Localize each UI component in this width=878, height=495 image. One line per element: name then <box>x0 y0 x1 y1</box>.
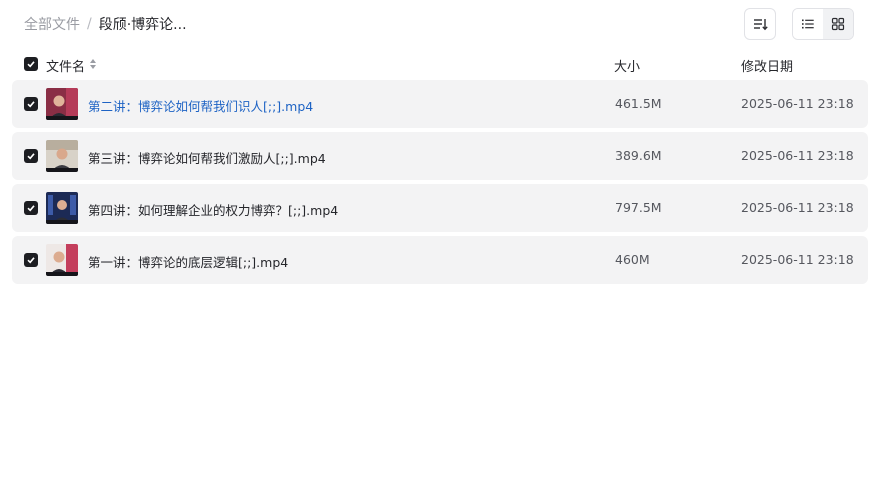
sort-button[interactable] <box>744 8 776 40</box>
row-checkbox[interactable] <box>24 97 38 111</box>
file-name[interactable]: 第二讲：博弈论如何帮我们识人[;;].mp4 <box>88 96 313 115</box>
breadcrumb-separator: / <box>87 16 92 32</box>
file-modified-date: 2025-06-11 23:18 <box>741 252 854 267</box>
video-thumbnail <box>46 88 78 120</box>
breadcrumb: 全部文件 / 段颀·博弈论... <box>24 14 187 34</box>
file-modified-date: 2025-06-11 23:18 <box>741 200 854 215</box>
view-toggle-group <box>792 8 854 40</box>
sort-lines-icon <box>754 19 768 31</box>
file-size: 389.6M <box>615 148 662 163</box>
breadcrumb-root-link[interactable]: 全部文件 <box>24 14 80 34</box>
video-thumbnail <box>46 192 78 224</box>
file-size: 461.5M <box>615 96 662 111</box>
column-header-name[interactable]: 文件名 <box>46 56 85 75</box>
grid-view-icon <box>831 17 845 31</box>
file-size: 460M <box>615 252 650 267</box>
file-row[interactable]: 第二讲：博弈论如何帮我们识人[;;].mp4 461.5M 2025-06-11… <box>12 80 868 128</box>
file-row[interactable]: 第四讲：如何理解企业的权力博弈？[;;].mp4 797.5M 2025-06-… <box>12 184 868 232</box>
video-thumbnail <box>46 244 78 276</box>
select-all-checkbox[interactable] <box>24 57 38 71</box>
file-name[interactable]: 第三讲：博弈论如何帮我们激励人[;;].mp4 <box>88 148 326 167</box>
list-view-button[interactable] <box>793 9 823 39</box>
file-size: 797.5M <box>615 200 662 215</box>
file-modified-date: 2025-06-11 23:18 <box>741 96 854 111</box>
checkmark-icon <box>27 257 35 264</box>
video-thumbnail <box>46 140 78 172</box>
checkmark-icon <box>27 205 35 212</box>
column-header-modified: 修改日期 <box>741 60 794 75</box>
checkmark-icon <box>27 153 35 160</box>
sort-toggle-icon[interactable] <box>89 57 97 71</box>
list-view-icon <box>802 19 814 29</box>
breadcrumb-current-folder: 段颀·博弈论... <box>98 17 187 33</box>
row-checkbox[interactable] <box>24 201 38 215</box>
checkmark-icon <box>27 101 35 108</box>
file-table-header: 文件名 大小 修改日期 <box>12 50 868 78</box>
file-row[interactable]: 第三讲：博弈论如何帮我们激励人[;;].mp4 389.6M 2025-06-1… <box>12 132 868 180</box>
checkmark-icon <box>27 61 35 68</box>
row-checkbox[interactable] <box>24 253 38 267</box>
grid-view-button[interactable] <box>823 9 853 39</box>
top-bar: 全部文件 / 段颀·博弈论... <box>0 0 878 48</box>
file-name[interactable]: 第一讲：博弈论的底层逻辑[;;].mp4 <box>88 252 288 271</box>
column-header-size: 大小 <box>614 60 641 75</box>
file-modified-date: 2025-06-11 23:18 <box>741 148 854 163</box>
file-row[interactable]: 第一讲：博弈论的底层逻辑[;;].mp4 460M 2025-06-11 23:… <box>12 236 868 284</box>
file-list: 第二讲：博弈论如何帮我们识人[;;].mp4 461.5M 2025-06-11… <box>12 80 868 288</box>
row-checkbox[interactable] <box>24 149 38 163</box>
file-name[interactable]: 第四讲：如何理解企业的权力博弈？[;;].mp4 <box>88 200 338 219</box>
